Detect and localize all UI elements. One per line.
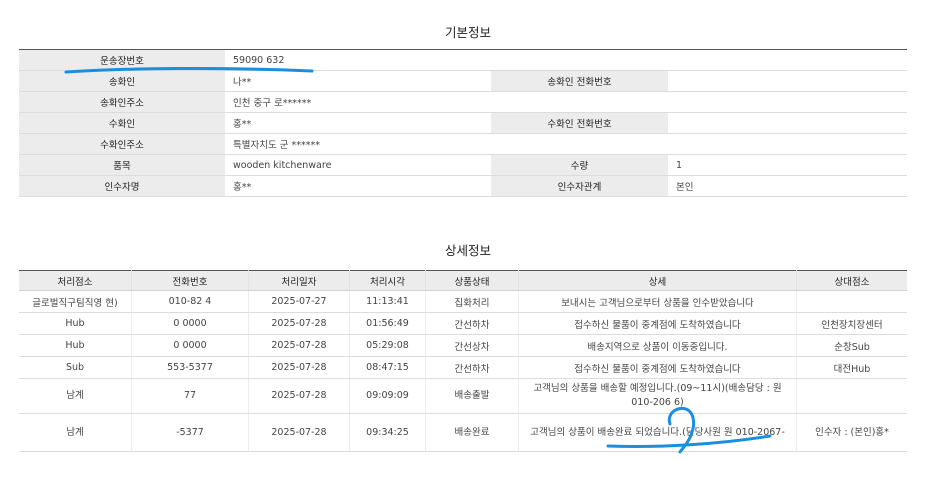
cell-date: 2025-07-27 <box>248 290 350 313</box>
info-row-receiver-address: 수화인주소 특별자치도 군 ****** <box>19 133 907 155</box>
basic-info-table: 운송장번호 59090 632 송화인 나** 송화인 전화번호 송화인주소 인… <box>19 49 907 197</box>
receiver-address-label: 수화인주소 <box>19 133 225 155</box>
detail-info-title: 상세정보 <box>444 243 491 258</box>
cell-partner <box>796 290 907 313</box>
table-header-row: 처리점소 전화번호 처리일자 처리시각 상품상태 상세 상대점소 <box>19 270 907 291</box>
receiver-value: 홍** <box>225 112 491 134</box>
col-header-phone: 전화번호 <box>131 270 249 291</box>
cell-partner: 인천장치장센터 <box>796 312 907 335</box>
col-header-time: 처리시각 <box>349 270 426 291</box>
cell-status: 집화처리 <box>425 290 519 313</box>
cell-phone: -5377 <box>131 413 249 452</box>
info-row-recipient: 인수자명 홍** 인수자관계 본인 <box>19 175 907 197</box>
table-row: 남계 -5377 2025-07-28 09:34:25 배송완료 고객님의 상… <box>19 413 907 452</box>
table-row: 남계 77 2025-07-28 09:09:09 배송출발 고객님의 상품을 … <box>19 378 907 414</box>
col-header-detail: 상세 <box>518 270 797 291</box>
cell-detail: 보내시는 고객님으로부터 상품을 인수받았습니다 <box>518 290 797 313</box>
recipient-label: 인수자명 <box>19 175 225 197</box>
cell-detail: 고객님의 상품이 배송완료 되었습니다.(담당사원 원 010-2067- <box>518 413 797 452</box>
cell-branch: 남계 <box>19 413 132 452</box>
cell-status: 간선상차 <box>425 334 519 357</box>
info-row-item: 품목 wooden kitchenware 수량 1 <box>19 154 907 176</box>
col-header-date: 처리일자 <box>248 270 350 291</box>
info-row-sender-address: 송화인주소 인천 중구 로****** <box>19 91 907 113</box>
sender-address-label: 송화인주소 <box>19 91 225 113</box>
cell-date: 2025-07-28 <box>248 312 350 335</box>
cell-time: 11:13:41 <box>349 290 426 313</box>
cell-partner <box>796 378 907 414</box>
cell-phone: 553-5377 <box>131 356 249 379</box>
basic-info-title: 기본정보 <box>444 25 491 40</box>
col-header-status: 상품상태 <box>425 270 519 291</box>
sender-label: 송화인 <box>19 70 225 92</box>
cell-status: 간선하차 <box>425 312 519 335</box>
table-row: Hub 0 0000 2025-07-28 01:56:49 간선하차 접수하신… <box>19 312 907 335</box>
sender-phone-label: 송화인 전화번호 <box>491 70 668 92</box>
cell-date: 2025-07-28 <box>248 334 350 357</box>
cell-branch: 글로벌직구팀직영 현) <box>19 290 132 313</box>
tracking-history-table: 처리점소 전화번호 처리일자 처리시각 상품상태 상세 상대점소 글로벌직구팀직… <box>19 270 907 452</box>
item-value: wooden kitchenware <box>225 154 491 176</box>
cell-branch: 남계 <box>19 378 132 414</box>
col-header-partner: 상대점소 <box>796 270 907 291</box>
tracking-number-label: 운송장번호 <box>19 49 225 71</box>
table-row: Hub 0 0000 2025-07-28 05:29:08 간선상차 배송지역… <box>19 334 907 357</box>
cell-phone: 0 0000 <box>131 334 249 357</box>
cell-status: 간선하차 <box>425 356 519 379</box>
receiver-label: 수화인 <box>19 112 225 134</box>
tracking-number-value: 59090 632 <box>225 49 907 71</box>
sender-address-value: 인천 중구 로****** <box>225 91 907 113</box>
cell-detail: 배송지역으로 상품이 이동중입니다. <box>518 334 797 357</box>
col-header-branch: 처리점소 <box>19 270 132 291</box>
cell-branch: Hub <box>19 312 132 335</box>
cell-branch: Hub <box>19 334 132 357</box>
receiver-phone-value <box>668 112 907 134</box>
receiver-phone-label: 수화인 전화번호 <box>491 112 668 134</box>
item-label: 품목 <box>19 154 225 176</box>
cell-phone: 0 0000 <box>131 312 249 335</box>
info-row-tracking: 운송장번호 59090 632 <box>19 49 907 71</box>
quantity-label: 수량 <box>491 154 668 176</box>
cell-detail: 접수하신 물품이 중계점에 도착하였습니다 <box>518 312 797 335</box>
cell-branch: Sub <box>19 356 132 379</box>
cell-detail: 고객님의 상품을 배송할 예정입니다.(09~11시)(배송담당 : 원 010… <box>518 378 797 414</box>
relation-value: 본인 <box>668 175 907 197</box>
cell-time: 08:47:15 <box>349 356 426 379</box>
cell-status: 배송출발 <box>425 378 519 414</box>
relation-label: 인수자관계 <box>491 175 668 197</box>
cell-date: 2025-07-28 <box>248 356 350 379</box>
cell-phone: 77 <box>131 378 249 414</box>
cell-date: 2025-07-28 <box>248 378 350 414</box>
table-row: Sub 553-5377 2025-07-28 08:47:15 간선하차 접수… <box>19 356 907 379</box>
cell-detail: 접수하신 물품이 중계점에 도착하였습니다 <box>518 356 797 379</box>
table-row: 글로벌직구팀직영 현) 010-82 4 2025-07-27 11:13:41… <box>19 290 907 313</box>
info-row-sender: 송화인 나** 송화인 전화번호 <box>19 70 907 92</box>
cell-partner: 순창Sub <box>796 334 907 357</box>
cell-status: 배송완료 <box>425 413 519 452</box>
cell-phone: 010-82 4 <box>131 290 249 313</box>
cell-partner: 대전Hub <box>796 356 907 379</box>
sender-value: 나** <box>225 70 491 92</box>
cell-time: 09:09:09 <box>349 378 426 414</box>
info-row-receiver: 수화인 홍** 수화인 전화번호 <box>19 112 907 134</box>
cell-partner: 인수자 : (본인)홍* <box>796 413 907 452</box>
cell-time: 05:29:08 <box>349 334 426 357</box>
recipient-value: 홍** <box>225 175 491 197</box>
sender-phone-value <box>668 70 907 92</box>
quantity-value: 1 <box>668 154 907 176</box>
cell-time: 01:56:49 <box>349 312 426 335</box>
receiver-address-value: 특별자치도 군 ****** <box>225 133 907 155</box>
cell-time: 09:34:25 <box>349 413 426 452</box>
cell-date: 2025-07-28 <box>248 413 350 452</box>
